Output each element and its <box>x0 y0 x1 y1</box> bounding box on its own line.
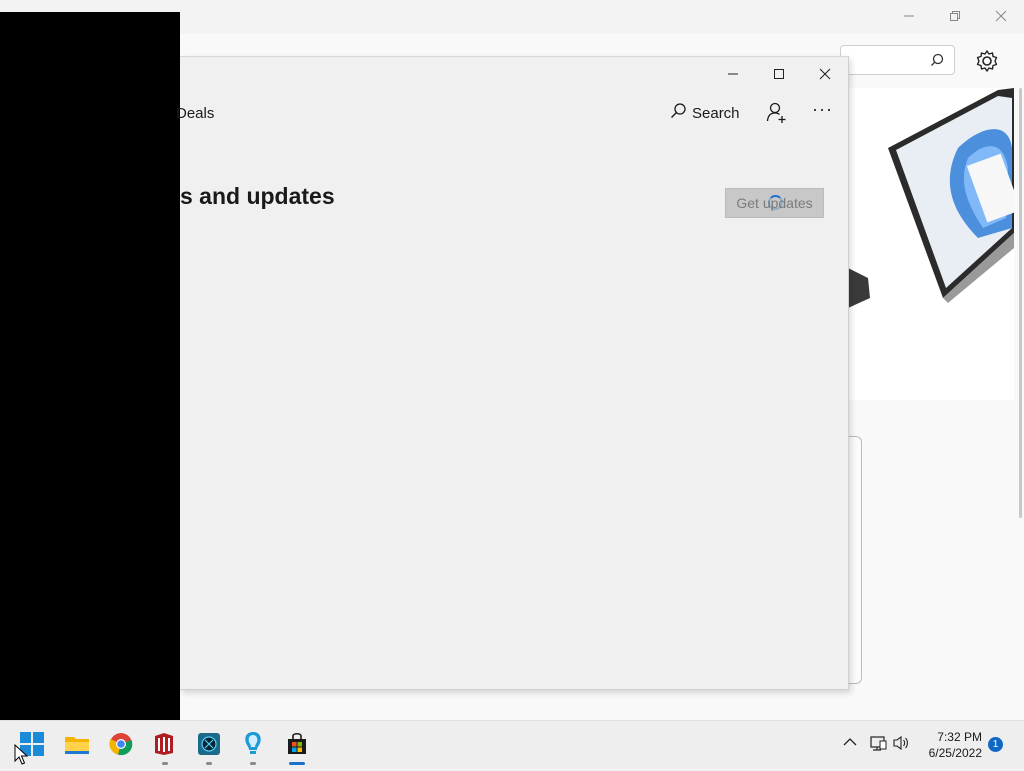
network-icon[interactable] <box>869 735 887 756</box>
clock-date: 6/25/2022 <box>928 746 982 760</box>
app-icon[interactable] <box>150 730 178 758</box>
restore-icon[interactable] <box>943 6 967 28</box>
running-indicator <box>206 762 212 765</box>
close-button[interactable] <box>802 61 848 91</box>
active-app-indicator <box>289 762 305 765</box>
taskbar: 7:32 PM 6/25/2022 1 <box>0 720 1024 769</box>
store-icon[interactable] <box>283 730 311 758</box>
running-indicator <box>162 762 168 765</box>
running-indicator <box>250 762 256 765</box>
clock-time: 7:32 PM <box>937 730 982 744</box>
obscured-region <box>0 12 180 720</box>
app-icon-2[interactable] <box>195 730 223 758</box>
maximize-icon <box>773 67 785 85</box>
gear-icon[interactable] <box>974 48 1000 74</box>
mouse-cursor-icon <box>14 743 29 771</box>
scrollbar[interactable] <box>1019 88 1022 518</box>
page-title: s and updates <box>180 183 335 209</box>
close-icon <box>819 67 831 85</box>
minimize-button[interactable] <box>710 61 756 91</box>
minimize-icon[interactable] <box>897 6 921 28</box>
nav-deals[interactable]: Deals <box>176 105 214 122</box>
search-button[interactable]: Search <box>670 101 740 125</box>
more-options-button[interactable]: ··· <box>812 99 833 120</box>
notification-badge[interactable]: 1 <box>988 737 1003 752</box>
store-window: Deals Search ··· s and updates Get updat… <box>176 56 849 690</box>
hero-image <box>848 88 1014 400</box>
close-icon[interactable] <box>989 6 1013 28</box>
search-label: Search <box>692 104 740 122</box>
search-icon[interactable] <box>930 53 944 72</box>
user-add-icon[interactable] <box>766 102 788 124</box>
loading-spinner-icon <box>768 195 783 210</box>
file-explorer-icon[interactable] <box>63 730 91 758</box>
background-card <box>848 436 862 684</box>
volume-icon[interactable] <box>893 735 911 756</box>
app-icon-3[interactable] <box>239 730 267 758</box>
background-search-input[interactable] <box>840 45 955 75</box>
maximize-button[interactable] <box>756 61 802 91</box>
get-updates-button[interactable]: Get updates <box>725 188 824 218</box>
chevron-up-icon[interactable] <box>843 735 857 754</box>
clock[interactable]: 7:32 PM 6/25/2022 <box>918 729 982 761</box>
search-icon <box>670 103 686 123</box>
chrome-icon[interactable] <box>107 730 135 758</box>
minimize-icon <box>727 67 739 85</box>
